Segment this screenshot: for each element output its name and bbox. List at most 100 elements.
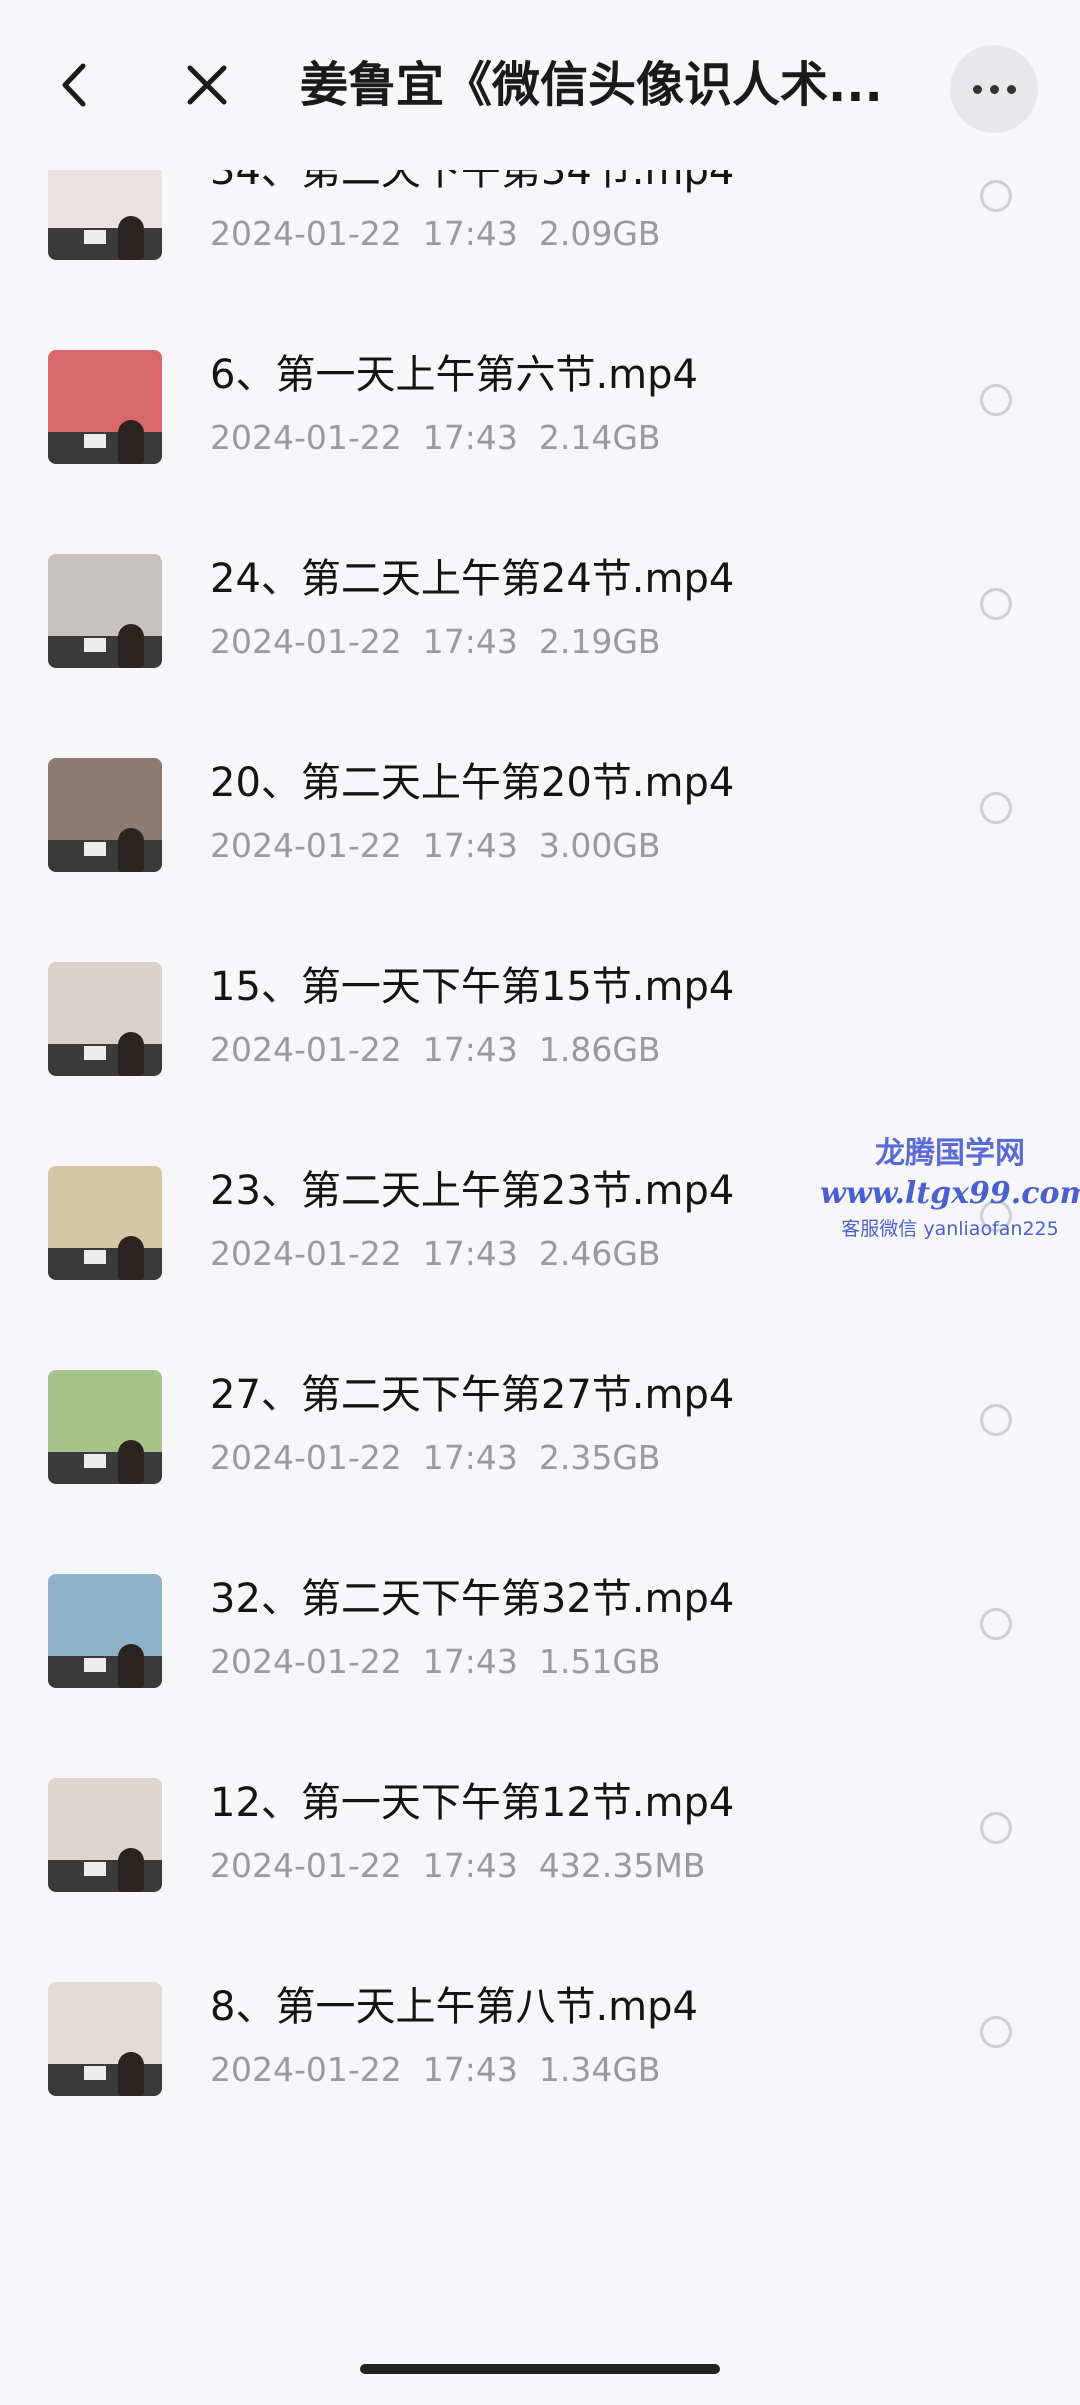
file-time: 17:43: [422, 1642, 518, 1681]
video-thumbnail: [48, 1982, 162, 2096]
file-name: 20、第二天上午第20节.mp4: [210, 760, 735, 806]
file-row[interactable]: 12、第一天下午第12节.mp4 2024-01-22 17:43 432.35M…: [0, 1726, 1080, 1930]
back-button[interactable]: [40, 50, 110, 120]
file-time: 17:43: [422, 826, 518, 865]
file-date: 2024-01-22: [210, 1846, 402, 1885]
file-date: 2024-01-22: [210, 1030, 402, 1069]
file-row[interactable]: 15、第一天下午第15节.mp4 2024-01-22 17:43 1.86GB: [0, 910, 1080, 1114]
thumbnail-screen: [48, 1166, 162, 1248]
video-thumbnail: [48, 1574, 162, 1688]
video-thumbnail: [48, 1778, 162, 1892]
file-row[interactable]: 27、第二天下午第27节.mp4 2024-01-22 17:43 2.35GB: [0, 1318, 1080, 1522]
file-meta: 2024-01-22 17:43 2.46GB: [210, 1232, 661, 1276]
select-radio[interactable]: [980, 2016, 1012, 2048]
select-radio[interactable]: [980, 588, 1012, 620]
file-meta: 2024-01-22 17:43 1.34GB: [210, 2048, 661, 2092]
thumbnail-speaker: [118, 1848, 144, 1892]
more-dots-icon: [972, 84, 982, 94]
file-date: 2024-01-22: [210, 1234, 402, 1273]
top-bar: 姜鲁宜《微信头像识人术...: [0, 0, 1080, 170]
file-size: 2.35GB: [538, 1438, 661, 1477]
thumbnail-screen: [48, 1574, 162, 1656]
file-size: 432.35MB: [538, 1846, 706, 1885]
file-size: 2.09GB: [538, 214, 661, 253]
file-meta: 2024-01-22 17:43 2.14GB: [210, 416, 661, 460]
file-row[interactable]: 20、第二天上午第20节.mp4 2024-01-22 17:43 3.00GB: [0, 706, 1080, 910]
thumbnail-screen: [48, 1778, 162, 1860]
video-thumbnail: [48, 1166, 162, 1280]
file-size: 2.46GB: [538, 1234, 661, 1273]
thumbnail-speaker: [118, 216, 144, 260]
video-thumbnail: [48, 554, 162, 668]
thumbnail-sign: [84, 1250, 106, 1264]
thumbnail-speaker: [118, 420, 144, 464]
file-size: 1.51GB: [538, 1642, 661, 1681]
home-indicator[interactable]: [360, 2364, 720, 2374]
thumbnail-sign: [84, 638, 106, 652]
file-meta: 2024-01-22 17:43 2.35GB: [210, 1436, 661, 1480]
file-time: 17:43: [422, 1234, 518, 1273]
file-date: 2024-01-22: [210, 622, 402, 661]
thumbnail-speaker: [118, 1440, 144, 1484]
file-date: 2024-01-22: [210, 214, 402, 253]
chevron-left-icon: [62, 63, 86, 107]
file-date: 2024-01-22: [210, 1438, 402, 1477]
file-time: 17:43: [422, 1030, 518, 1069]
watermark-contact: 客服微信 yanliaofan225: [841, 1218, 1059, 1240]
file-name: 6、第一天上午第六节.mp4: [210, 352, 698, 398]
file-size: 2.19GB: [538, 622, 661, 661]
thumbnail-sign: [84, 230, 106, 244]
thumbnail-sign: [84, 1658, 106, 1672]
thumbnail-sign: [84, 434, 106, 448]
file-meta: 2024-01-22 17:43 432.35MB: [210, 1844, 705, 1888]
video-thumbnail: [48, 1370, 162, 1484]
file-time: 17:43: [422, 2050, 518, 2089]
file-meta: 2024-01-22 17:43 2.09GB: [210, 212, 661, 256]
close-button[interactable]: [172, 50, 242, 120]
thumbnail-speaker: [118, 1644, 144, 1688]
thumbnail-sign: [84, 2066, 106, 2080]
file-date: 2024-01-22: [210, 2050, 402, 2089]
watermark-url: www.ltgx99.com: [820, 1176, 1080, 1211]
file-row[interactable]: 8、第一天上午第八节.mp4 2024-01-22 17:43 1.34GB: [0, 1930, 1080, 2134]
select-radio[interactable]: [980, 384, 1012, 416]
file-size: 1.34GB: [538, 2050, 661, 2089]
file-time: 17:43: [422, 214, 518, 253]
file-time: 17:43: [422, 622, 518, 661]
file-name: 15、第一天下午第15节.mp4: [210, 964, 735, 1010]
file-date: 2024-01-22: [210, 826, 402, 865]
file-meta: 2024-01-22 17:43 1.86GB: [210, 1028, 661, 1072]
more-button[interactable]: [950, 45, 1038, 133]
file-row[interactable]: 24、第二天上午第24节.mp4 2024-01-22 17:43 2.19GB: [0, 502, 1080, 706]
select-radio[interactable]: [980, 1608, 1012, 1640]
thumbnail-speaker: [118, 1236, 144, 1280]
file-row[interactable]: 6、第一天上午第六节.mp4 2024-01-22 17:43 2.14GB: [0, 298, 1080, 502]
more-dot: [1006, 84, 1016, 94]
video-thumbnail: [48, 758, 162, 872]
thumbnail-sign: [84, 1454, 106, 1468]
file-size: 1.86GB: [538, 1030, 661, 1069]
thumbnail-screen: [48, 350, 162, 432]
file-name: 12、第一天下午第12节.mp4: [210, 1780, 735, 1826]
thumbnail-screen: [48, 758, 162, 840]
file-name: 24、第二天上午第24节.mp4: [210, 556, 735, 602]
select-radio[interactable]: [980, 1404, 1012, 1436]
thumbnail-sign: [84, 1862, 106, 1876]
select-radio[interactable]: [980, 180, 1012, 212]
file-name: 8、第一天上午第八节.mp4: [210, 1984, 698, 2030]
file-date: 2024-01-22: [210, 418, 402, 457]
file-row[interactable]: 32、第二天下午第32节.mp4 2024-01-22 17:43 1.51GB: [0, 1522, 1080, 1726]
file-meta: 2024-01-22 17:43 3.00GB: [210, 824, 661, 868]
select-radio[interactable]: [980, 1812, 1012, 1844]
thumbnail-screen: [48, 1982, 162, 2064]
thumbnail-sign: [84, 842, 106, 856]
select-radio[interactable]: [980, 792, 1012, 824]
thumbnail-sign: [84, 1046, 106, 1060]
file-time: 17:43: [422, 1846, 518, 1885]
file-size: 3.00GB: [538, 826, 661, 865]
video-thumbnail: [48, 350, 162, 464]
thumbnail-screen: [48, 1370, 162, 1452]
thumbnail-screen: [48, 962, 162, 1044]
thumbnail-speaker: [118, 2052, 144, 2096]
watermark-title: 龙腾国学网: [875, 1136, 1025, 1171]
